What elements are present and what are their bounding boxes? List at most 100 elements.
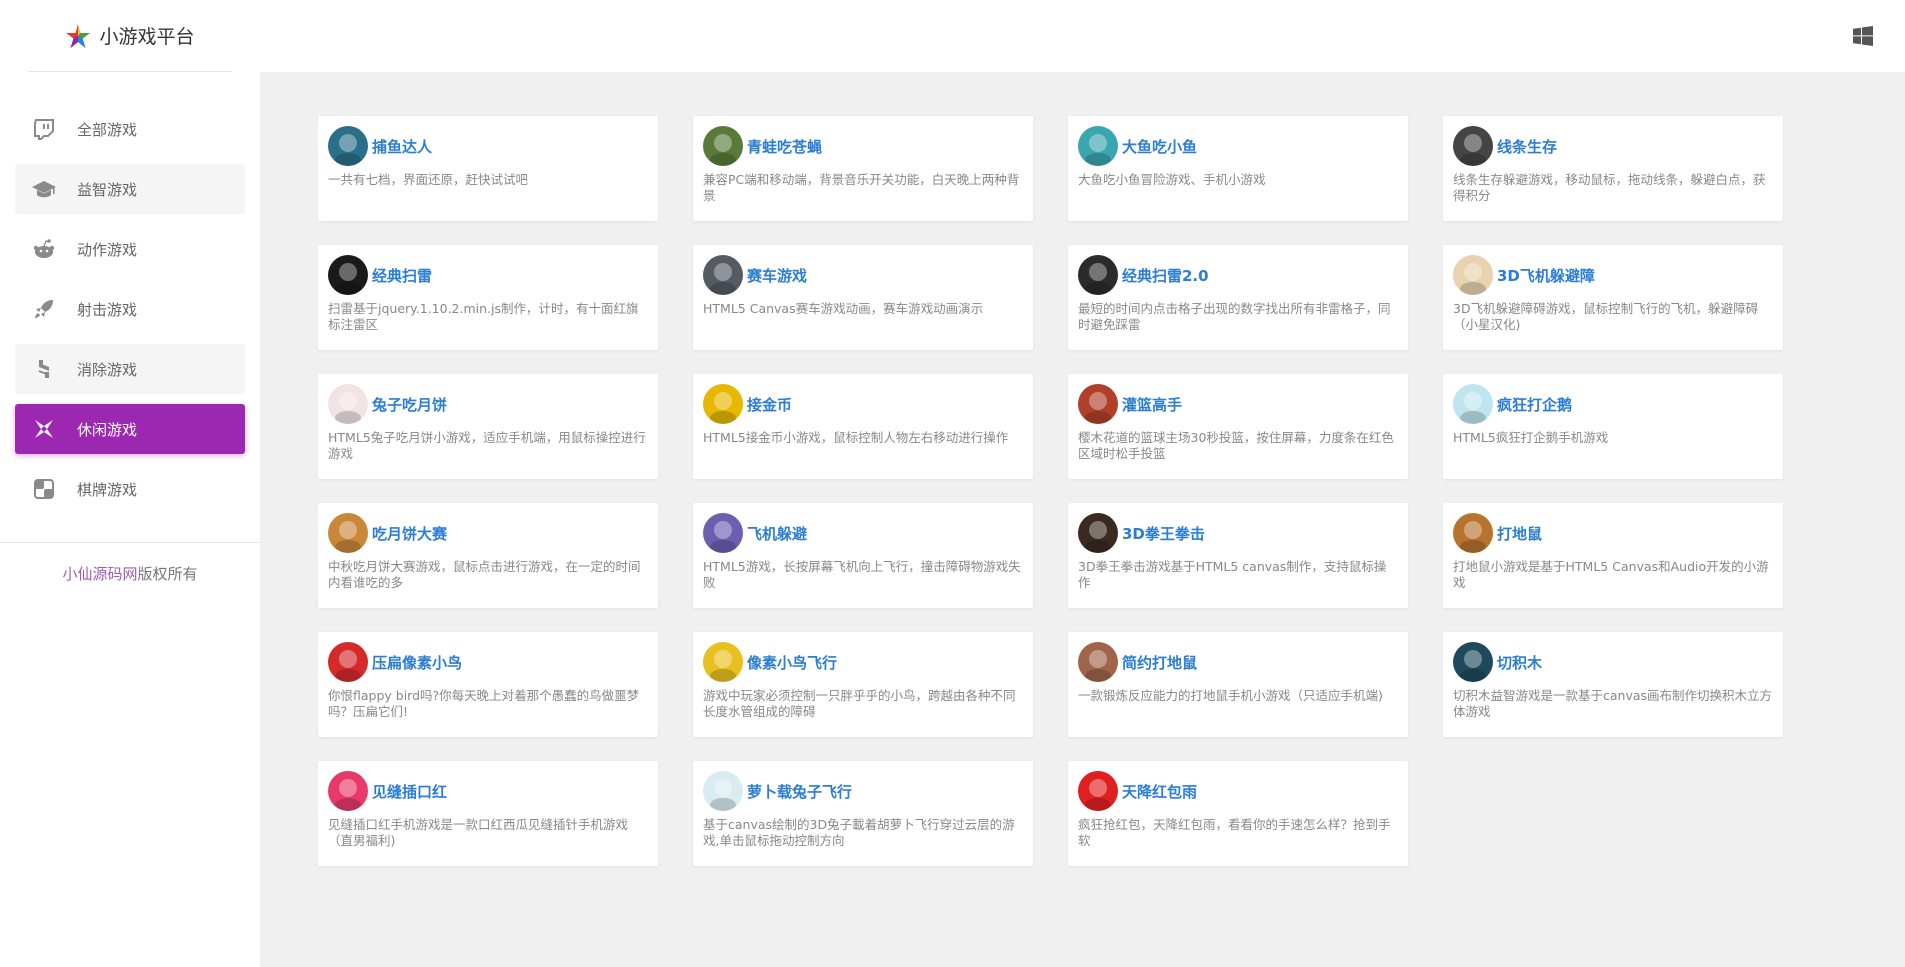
dots-icon[interactable] — [1453, 126, 1493, 166]
copyright-suffix: 版权所有 — [137, 565, 198, 583]
game-card[interactable]: 压扁像素小鸟 你恨flappy bird吗?你每天晚上对着那个愚蠢的鸟做噩梦吗？压… — [318, 632, 658, 737]
game-title[interactable]: 压扁像素小鸟 — [372, 652, 462, 673]
game-card[interactable]: 3D飞机躲避障 3D飞机躲避障碍游戏，鼠标控制飞行的飞机，躲避障碍（小星汉化) — [1443, 245, 1783, 350]
game-title[interactable]: 经典扫雷2.0 — [1122, 265, 1209, 286]
jet-icon[interactable] — [703, 513, 743, 553]
game-description: 疯狂抢红包，天降红包雨，看看你的手速怎么样？抢到手软 — [1078, 817, 1391, 848]
game-title[interactable]: 线条生存 — [1497, 136, 1557, 157]
lipstick-icon[interactable] — [328, 771, 368, 811]
game-card-header: 大鱼吃小鱼 — [1078, 126, 1398, 166]
game-title[interactable]: 切积木 — [1497, 652, 1542, 673]
rabbit-icon[interactable] — [328, 384, 368, 424]
game-card[interactable]: 线条生存线条生存躲避游戏，移动鼠标，拖动线条，躲避白点，获得积分 — [1443, 116, 1783, 221]
hammer-icon[interactable] — [1453, 513, 1493, 553]
mole-icon[interactable] — [1078, 642, 1118, 682]
flappy-bird-icon[interactable] — [703, 642, 743, 682]
game-title[interactable]: 像素小鸟飞行 — [747, 652, 837, 673]
game-title[interactable]: 简约打地鼠 — [1122, 652, 1197, 673]
brand[interactable]: 小游戏平台 — [28, 0, 232, 72]
game-title[interactable]: 萝卜载兔子飞行 — [747, 781, 852, 802]
race-car-icon[interactable] — [703, 255, 743, 295]
game-description: 见缝插口红手机游戏是一款口红西瓜见缝插针手机游戏（直男福利) — [328, 817, 629, 848]
nav-item[interactable]: 休闲游戏 — [15, 404, 245, 454]
game-card[interactable]: 兔子吃月饼 HTML5兔子吃月饼小游戏，适应手机端，用鼠标操控进行游戏 — [318, 374, 658, 479]
game-description: HTML5接金币小游戏，鼠标控制人物左右移动进行操作 — [703, 430, 1009, 445]
game-title[interactable]: 灌篮高手 — [1122, 394, 1182, 415]
nav-item[interactable]: 射击游戏 — [15, 284, 245, 334]
star-logo-icon — [66, 23, 91, 48]
game-card-header: 接金币 — [703, 384, 1023, 424]
game-grid: 捕鱼达人 一共有七档，界面还原，赶快试试吧 青蛙吃苍蝇 兼容PC端和移动端，背景音乐开… — [318, 116, 1783, 866]
twitch-icon — [31, 116, 57, 142]
game-title[interactable]: 吃月饼大赛 — [372, 523, 447, 544]
game-title[interactable]: 飞机躲避 — [747, 523, 807, 544]
game-title[interactable]: 打地鼠 — [1497, 523, 1542, 544]
game-description: HTML5游戏，长按屏幕飞机向上飞行，撞击障碍物游戏失败 — [703, 559, 1021, 590]
brand-name: 小游戏平台 — [99, 26, 195, 48]
game-card[interactable]: 赛车游戏 HTML5 Canvas赛车游戏动画，赛车游戏动画演示 — [693, 245, 1033, 350]
boxer-icon[interactable] — [1078, 513, 1118, 553]
copyright-link[interactable]: 小仙源码网 — [62, 565, 137, 583]
frog-icon[interactable] — [703, 126, 743, 166]
game-card[interactable]: 像素小鸟飞行 游戏中玩家必须控制一只胖乎乎的小鸟，跨越由各种不同长度水管组成的障碍 — [693, 632, 1033, 737]
game-title[interactable]: 3D拳王拳击 — [1122, 523, 1205, 544]
minesweeper-grid-icon[interactable] — [1078, 255, 1118, 295]
game-title[interactable]: 疯狂打企鹅 — [1497, 394, 1572, 415]
game-card-header: 线条生存 — [1453, 126, 1773, 166]
game-title[interactable]: 兔子吃月饼 — [372, 394, 447, 415]
windows-icon[interactable] — [1853, 26, 1873, 46]
game-card[interactable]: 飞机躲避 HTML5游戏，长按屏幕飞机向上飞行，撞击障碍物游戏失败 — [693, 503, 1033, 608]
red-envelope-icon[interactable] — [1078, 771, 1118, 811]
game-card[interactable]: 萝卜载兔子飞行 基于canvas绘制的3D兔子載着胡萝卜飞行穿过云层的游戏,单击鼠… — [693, 761, 1033, 866]
game-description: 线条生存躲避游戏，移动鼠标，拖动线条，躲避白点，获得积分 — [1453, 172, 1766, 203]
coin-icon[interactable] — [703, 384, 743, 424]
mooncake-icon[interactable] — [328, 513, 368, 553]
game-card[interactable]: 疯狂打企鹅 HTML5疯狂打企鹅手机游戏 — [1443, 374, 1783, 479]
nav-item[interactable]: 益智游戏 — [15, 164, 245, 214]
game-card-header: 切积木 — [1453, 642, 1773, 682]
game-title[interactable]: 天降红包雨 — [1122, 781, 1197, 802]
game-title[interactable]: 见缝插口红 — [372, 781, 447, 802]
bomb-icon[interactable] — [328, 255, 368, 295]
game-card-header: 3D飞机躲避障 — [1453, 255, 1773, 295]
game-card[interactable]: 打地鼠 打地鼠小游戏是基于HTML5 Canvas和Audio开发的小游戏 — [1443, 503, 1783, 608]
basketball-player-icon[interactable] — [1078, 384, 1118, 424]
nav-item[interactable]: 动作游戏 — [15, 224, 245, 274]
red-bird-icon[interactable] — [328, 642, 368, 682]
nav-item[interactable]: 棋牌游戏 — [15, 464, 245, 514]
game-title[interactable]: 经典扫雷 — [372, 265, 432, 286]
game-title[interactable]: 3D飞机躲避障 — [1497, 265, 1595, 286]
game-card[interactable]: 3D拳王拳击 3D拳王拳击游戏基于HTML5 canvas制作，支持鼠标操作 — [1068, 503, 1408, 608]
game-card[interactable]: 灌篮高手 樱木花道的篮球主场30秒投篮，按住屏幕，力度条在红色区域时松手投篮 — [1068, 374, 1408, 479]
game-description: 中秋吃月饼大赛游戏，鼠标点击进行游戏，在一定的时间内看谁吃的多 — [328, 559, 641, 590]
game-title[interactable]: 赛车游戏 — [747, 265, 807, 286]
chess-board-icon — [31, 476, 57, 502]
nav-item[interactable]: 消除游戏 — [15, 344, 245, 394]
plane-icon[interactable] — [1453, 255, 1493, 295]
game-description: 3D拳王拳击游戏基于HTML5 canvas制作，支持鼠标操作 — [1078, 559, 1387, 590]
game-card[interactable]: 天降红包雨疯狂抢红包，天降红包雨，看看你的手速怎么样？抢到手软 — [1068, 761, 1408, 866]
bunny-icon[interactable] — [703, 771, 743, 811]
penguin-icon[interactable] — [1453, 384, 1493, 424]
nav-item[interactable]: 全部游戏 — [15, 104, 245, 154]
game-card[interactable]: 大鱼吃小鱼 大鱼吃小鱼冒险游戏、手机小游戏 — [1068, 116, 1408, 221]
game-card[interactable]: 经典扫雷 扫雷基于jquery.1.10.2.min.js制作，计时，有十面红旗标… — [318, 245, 658, 350]
game-card[interactable]: 切积木 切积木益智游戏是一款基于canvas画布制作切换积木立方体游戏 — [1443, 632, 1783, 737]
game-card[interactable]: 吃月饼大赛中秋吃月饼大赛游戏，鼠标点击进行游戏，在一定的时间内看谁吃的多 — [318, 503, 658, 608]
game-card[interactable]: 捕鱼达人 一共有七档，界面还原，赶快试试吧 — [318, 116, 658, 221]
shark-icon[interactable] — [1078, 126, 1118, 166]
game-title[interactable]: 大鱼吃小鱼 — [1122, 136, 1197, 157]
game-title[interactable]: 接金币 — [747, 394, 792, 415]
game-card[interactable]: 青蛙吃苍蝇兼容PC端和移动端，背景音乐开关功能，白天晚上两种背景 — [693, 116, 1033, 221]
game-card[interactable]: 接金币 HTML5接金币小游戏，鼠标控制人物左右移动进行操作 — [693, 374, 1033, 479]
game-card-header: 打地鼠 — [1453, 513, 1773, 553]
block-icon[interactable] — [1453, 642, 1493, 682]
game-card[interactable]: 经典扫雷2.0 最短的时间内点击格子出现的数字找出所有非雷格子，同时避免踩雷 — [1068, 245, 1408, 350]
game-card[interactable]: 简约打地鼠 一款锻炼反应能力的打地鼠手机小游戏（只适应手机端) — [1068, 632, 1408, 737]
game-card-header: 青蛙吃苍蝇 — [703, 126, 1023, 166]
fish-catcher-icon[interactable] — [328, 126, 368, 166]
game-card[interactable]: 见缝插口红见缝插口红手机游戏是一款口红西瓜见缝插针手机游戏（直男福利) — [318, 761, 658, 866]
game-title[interactable]: 捕鱼达人 — [372, 136, 432, 157]
game-description: 兼容PC端和移动端，背景音乐开关功能，白天晚上两种背景 — [703, 172, 1020, 203]
game-title[interactable]: 青蛙吃苍蝇 — [747, 136, 822, 157]
